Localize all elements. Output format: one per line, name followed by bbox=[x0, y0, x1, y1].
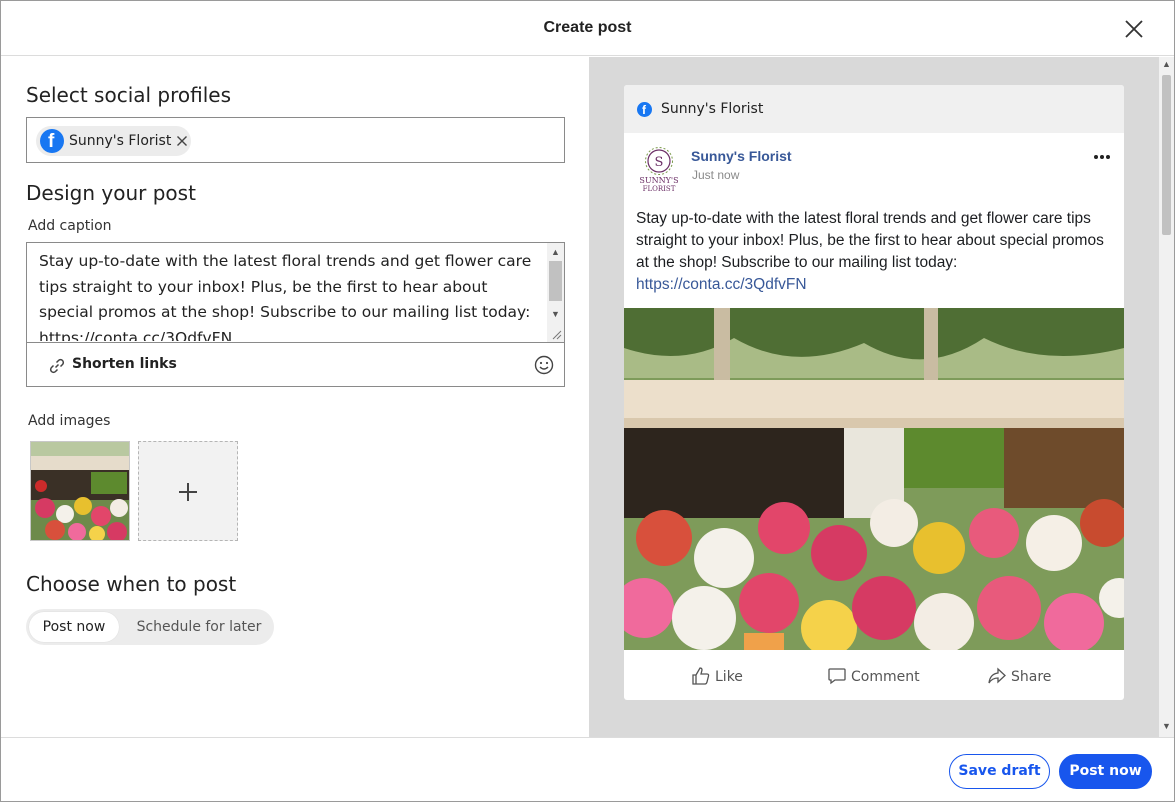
facebook-post-preview: f Sunny's Florist S SUNNY'S FLORIST Sunn… bbox=[624, 85, 1124, 700]
svg-text:FLORIST: FLORIST bbox=[643, 185, 676, 193]
scroll-thumb[interactable] bbox=[549, 261, 562, 301]
svg-text:SUNNY'S: SUNNY'S bbox=[639, 176, 678, 185]
comment-label: Comment bbox=[851, 669, 920, 685]
profiles-selector[interactable]: f Sunny's Florist bbox=[26, 117, 565, 163]
facebook-icon: f bbox=[40, 129, 64, 153]
scroll-up-icon[interactable]: ▲ bbox=[1162, 59, 1171, 69]
facebook-icon: f bbox=[637, 102, 652, 117]
create-post-modal: Create post Select social profiles f Sun… bbox=[0, 0, 1175, 802]
svg-text:S: S bbox=[655, 155, 664, 170]
caption-label: Add caption bbox=[28, 218, 112, 234]
schedule-later-option[interactable]: Schedule for later bbox=[129, 612, 269, 642]
caption-textarea[interactable]: Stay up-to-date with the latest floral t… bbox=[39, 249, 544, 341]
preview-post-text: Stay up-to-date with the latest floral t… bbox=[636, 208, 1116, 296]
comment-icon bbox=[828, 668, 846, 685]
select-profiles-title: Select social profiles bbox=[26, 83, 232, 107]
thumbs-up-icon bbox=[692, 667, 710, 685]
profile-chip: f Sunny's Florist bbox=[36, 126, 191, 156]
more-options-icon[interactable] bbox=[1094, 155, 1110, 161]
scroll-thumb[interactable] bbox=[1162, 75, 1171, 235]
profile-chip-label: Sunny's Florist bbox=[69, 133, 172, 149]
post-timing-toggle: Post now Schedule for later bbox=[26, 609, 274, 645]
resize-grip-icon[interactable] bbox=[550, 327, 562, 340]
preview-page-name: Sunny's Florist bbox=[691, 148, 792, 164]
preview-timestamp: Just now bbox=[692, 168, 740, 182]
link-icon bbox=[49, 358, 65, 374]
post-now-option[interactable]: Post now bbox=[29, 612, 119, 642]
modal-title: Create post bbox=[543, 19, 632, 36]
caption-toolbar: Shorten links bbox=[27, 342, 564, 386]
scroll-down-icon[interactable]: ▼ bbox=[551, 309, 560, 319]
preview-network-name: Sunny's Florist bbox=[661, 101, 764, 117]
add-images-label: Add images bbox=[28, 413, 111, 429]
post-editor: Select social profiles f Sunny's Florist… bbox=[1, 57, 589, 737]
image-thumbnail[interactable] bbox=[30, 441, 130, 541]
preview-network-bar: f Sunny's Florist bbox=[624, 85, 1124, 133]
close-icon[interactable] bbox=[1121, 16, 1147, 42]
remove-profile-icon[interactable] bbox=[174, 133, 190, 149]
design-post-title: Design your post bbox=[26, 181, 196, 205]
share-icon bbox=[988, 667, 1006, 684]
preview-post-body: Stay up-to-date with the latest floral t… bbox=[636, 210, 1104, 271]
like-label: Like bbox=[715, 669, 743, 685]
share-label: Share bbox=[1011, 669, 1052, 685]
post-now-button[interactable]: Post now bbox=[1059, 754, 1152, 789]
shorten-links-label: Shorten links bbox=[72, 356, 177, 372]
scroll-up-icon[interactable]: ▲ bbox=[551, 247, 560, 257]
scroll-down-icon[interactable]: ▼ bbox=[1162, 721, 1171, 731]
save-draft-button[interactable]: Save draft bbox=[949, 754, 1050, 789]
preview-post-image bbox=[624, 308, 1124, 650]
emoji-icon[interactable] bbox=[533, 354, 555, 376]
caption-editor: Stay up-to-date with the latest floral t… bbox=[26, 242, 565, 387]
add-image-button[interactable] bbox=[138, 441, 238, 541]
page-avatar: S SUNNY'S FLORIST bbox=[637, 145, 681, 193]
post-preview-pane: f Sunny's Florist S SUNNY'S FLORIST Sunn… bbox=[589, 57, 1159, 737]
preview-post-link[interactable]: https://conta.cc/3QdfvFN bbox=[636, 276, 807, 293]
preview-scrollbar[interactable]: ▲ ▼ bbox=[1159, 57, 1174, 737]
choose-when-title: Choose when to post bbox=[26, 572, 237, 596]
modal-header: Create post bbox=[1, 1, 1174, 56]
preview-actions-bar: Like Comment Share bbox=[624, 650, 1124, 700]
modal-footer: Save draft Post now bbox=[1, 737, 1174, 801]
